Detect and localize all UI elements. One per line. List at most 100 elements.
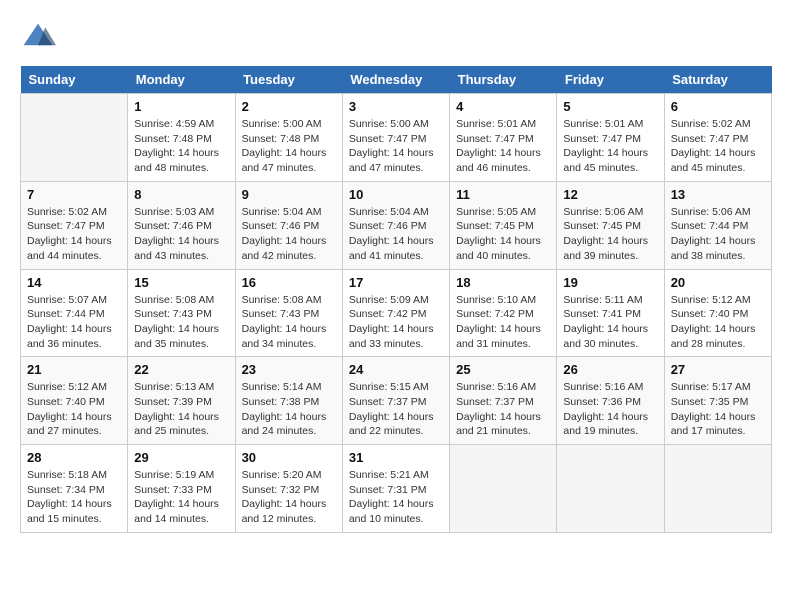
day-cell — [664, 445, 771, 533]
day-cell — [450, 445, 557, 533]
logo — [20, 20, 62, 56]
day-cell: 23 Sunrise: 5:14 AMSunset: 7:38 PMDayligh… — [235, 357, 342, 445]
day-info: Sunrise: 5:07 AMSunset: 7:44 PMDaylight:… — [27, 293, 121, 352]
day-cell: 13 Sunrise: 5:06 AMSunset: 7:44 PMDayligh… — [664, 181, 771, 269]
day-number: 14 — [27, 275, 121, 290]
day-info: Sunrise: 5:00 AMSunset: 7:47 PMDaylight:… — [349, 117, 443, 176]
day-info: Sunrise: 5:12 AMSunset: 7:40 PMDaylight:… — [27, 380, 121, 439]
day-cell — [557, 445, 664, 533]
day-info: Sunrise: 5:14 AMSunset: 7:38 PMDaylight:… — [242, 380, 336, 439]
day-cell: 25Sunrise: 5:16 AMSunset: 7:37 PMDayligh… — [450, 357, 557, 445]
day-info: Sunrise: 5:00 AMSunset: 7:48 PMDaylight:… — [242, 117, 336, 176]
header-saturday: Saturday — [664, 66, 771, 94]
header-tuesday: Tuesday — [235, 66, 342, 94]
week-row-3: 21 Sunrise: 5:12 AMSunset: 7:40 PMDayligh… — [21, 357, 772, 445]
day-info: Sunrise: 5:03 AMSunset: 7:46 PMDaylight:… — [134, 205, 228, 264]
day-number: 28 — [27, 450, 121, 465]
day-number: 5 — [563, 99, 657, 114]
day-cell: 20 Sunrise: 5:12 AMSunset: 7:40 PMDayligh… — [664, 269, 771, 357]
day-info: Sunrise: 5:19 AMSunset: 7:33 PMDaylight:… — [134, 468, 228, 527]
day-cell: 30 Sunrise: 5:20 AMSunset: 7:32 PMDayligh… — [235, 445, 342, 533]
day-number: 10 — [349, 187, 443, 202]
day-info: Sunrise: 5:02 AMSunset: 7:47 PMDaylight:… — [671, 117, 765, 176]
day-number: 26 — [563, 362, 657, 377]
day-number: 7 — [27, 187, 121, 202]
day-cell: 2Sunrise: 5:00 AMSunset: 7:48 PMDaylight… — [235, 94, 342, 182]
day-info: Sunrise: 5:11 AMSunset: 7:41 PMDaylight:… — [563, 293, 657, 352]
week-row-0: 1 Sunrise: 4:59 AMSunset: 7:48 PMDaylight… — [21, 94, 772, 182]
day-cell: 27Sunrise: 5:17 AMSunset: 7:35 PMDayligh… — [664, 357, 771, 445]
day-number: 8 — [134, 187, 228, 202]
day-number: 3 — [349, 99, 443, 114]
day-info: Sunrise: 5:09 AMSunset: 7:42 PMDaylight:… — [349, 293, 443, 352]
day-info: Sunrise: 5:02 AMSunset: 7:47 PMDaylight:… — [27, 205, 121, 264]
header-monday: Monday — [128, 66, 235, 94]
day-cell: 22 Sunrise: 5:13 AMSunset: 7:39 PMDayligh… — [128, 357, 235, 445]
day-cell: 12 Sunrise: 5:06 AMSunset: 7:45 PMDayligh… — [557, 181, 664, 269]
day-info: Sunrise: 5:01 AMSunset: 7:47 PMDaylight:… — [456, 117, 550, 176]
day-number: 15 — [134, 275, 228, 290]
day-info: Sunrise: 5:15 AMSunset: 7:37 PMDaylight:… — [349, 380, 443, 439]
day-number: 30 — [242, 450, 336, 465]
day-cell: 4Sunrise: 5:01 AMSunset: 7:47 PMDaylight… — [450, 94, 557, 182]
day-number: 23 — [242, 362, 336, 377]
day-info: Sunrise: 5:06 AMSunset: 7:44 PMDaylight:… — [671, 205, 765, 264]
day-cell: 11 Sunrise: 5:05 AMSunset: 7:45 PMDayligh… — [450, 181, 557, 269]
day-number: 24 — [349, 362, 443, 377]
day-cell: 3 Sunrise: 5:00 AMSunset: 7:47 PMDaylight… — [342, 94, 449, 182]
week-row-4: 28 Sunrise: 5:18 AMSunset: 7:34 PMDayligh… — [21, 445, 772, 533]
day-info: Sunrise: 5:01 AMSunset: 7:47 PMDaylight:… — [563, 117, 657, 176]
day-number: 29 — [134, 450, 228, 465]
calendar-header-row: SundayMondayTuesdayWednesdayThursdayFrid… — [21, 66, 772, 94]
calendar-table: SundayMondayTuesdayWednesdayThursdayFrid… — [20, 66, 772, 533]
day-info: Sunrise: 5:08 AMSunset: 7:43 PMDaylight:… — [242, 293, 336, 352]
day-cell: 9 Sunrise: 5:04 AMSunset: 7:46 PMDaylight… — [235, 181, 342, 269]
day-cell: 17 Sunrise: 5:09 AMSunset: 7:42 PMDayligh… — [342, 269, 449, 357]
day-info: Sunrise: 4:59 AMSunset: 7:48 PMDaylight:… — [134, 117, 228, 176]
day-number: 17 — [349, 275, 443, 290]
day-number: 1 — [134, 99, 228, 114]
day-number: 9 — [242, 187, 336, 202]
day-info: Sunrise: 5:08 AMSunset: 7:43 PMDaylight:… — [134, 293, 228, 352]
week-row-2: 14 Sunrise: 5:07 AMSunset: 7:44 PMDayligh… — [21, 269, 772, 357]
day-info: Sunrise: 5:16 AMSunset: 7:36 PMDaylight:… — [563, 380, 657, 439]
day-cell: 29 Sunrise: 5:19 AMSunset: 7:33 PMDayligh… — [128, 445, 235, 533]
day-cell: 26 Sunrise: 5:16 AMSunset: 7:36 PMDayligh… — [557, 357, 664, 445]
day-cell: 24 Sunrise: 5:15 AMSunset: 7:37 PMDayligh… — [342, 357, 449, 445]
day-cell: 7 Sunrise: 5:02 AMSunset: 7:47 PMDaylight… — [21, 181, 128, 269]
day-number: 21 — [27, 362, 121, 377]
day-number: 27 — [671, 362, 765, 377]
day-cell: 8 Sunrise: 5:03 AMSunset: 7:46 PMDaylight… — [128, 181, 235, 269]
day-number: 16 — [242, 275, 336, 290]
day-number: 6 — [671, 99, 765, 114]
day-number: 20 — [671, 275, 765, 290]
week-row-1: 7 Sunrise: 5:02 AMSunset: 7:47 PMDaylight… — [21, 181, 772, 269]
day-cell: 1 Sunrise: 4:59 AMSunset: 7:48 PMDaylight… — [128, 94, 235, 182]
day-info: Sunrise: 5:20 AMSunset: 7:32 PMDaylight:… — [242, 468, 336, 527]
day-info: Sunrise: 5:05 AMSunset: 7:45 PMDaylight:… — [456, 205, 550, 264]
day-cell — [21, 94, 128, 182]
day-number: 13 — [671, 187, 765, 202]
day-number: 11 — [456, 187, 550, 202]
day-info: Sunrise: 5:04 AMSunset: 7:46 PMDaylight:… — [242, 205, 336, 264]
day-cell: 10 Sunrise: 5:04 AMSunset: 7:46 PMDayligh… — [342, 181, 449, 269]
day-cell: 18 Sunrise: 5:10 AMSunset: 7:42 PMDayligh… — [450, 269, 557, 357]
day-info: Sunrise: 5:04 AMSunset: 7:46 PMDaylight:… — [349, 205, 443, 264]
header-friday: Friday — [557, 66, 664, 94]
day-cell: 14 Sunrise: 5:07 AMSunset: 7:44 PMDayligh… — [21, 269, 128, 357]
day-cell: 16 Sunrise: 5:08 AMSunset: 7:43 PMDayligh… — [235, 269, 342, 357]
day-cell: 15 Sunrise: 5:08 AMSunset: 7:43 PMDayligh… — [128, 269, 235, 357]
day-info: Sunrise: 5:10 AMSunset: 7:42 PMDaylight:… — [456, 293, 550, 352]
day-info: Sunrise: 5:12 AMSunset: 7:40 PMDaylight:… — [671, 293, 765, 352]
day-info: Sunrise: 5:13 AMSunset: 7:39 PMDaylight:… — [134, 380, 228, 439]
day-number: 18 — [456, 275, 550, 290]
day-number: 19 — [563, 275, 657, 290]
day-info: Sunrise: 5:06 AMSunset: 7:45 PMDaylight:… — [563, 205, 657, 264]
day-cell: 21 Sunrise: 5:12 AMSunset: 7:40 PMDayligh… — [21, 357, 128, 445]
day-number: 22 — [134, 362, 228, 377]
day-number: 12 — [563, 187, 657, 202]
day-number: 31 — [349, 450, 443, 465]
logo-icon — [20, 20, 56, 56]
day-cell: 5 Sunrise: 5:01 AMSunset: 7:47 PMDaylight… — [557, 94, 664, 182]
day-info: Sunrise: 5:18 AMSunset: 7:34 PMDaylight:… — [27, 468, 121, 527]
